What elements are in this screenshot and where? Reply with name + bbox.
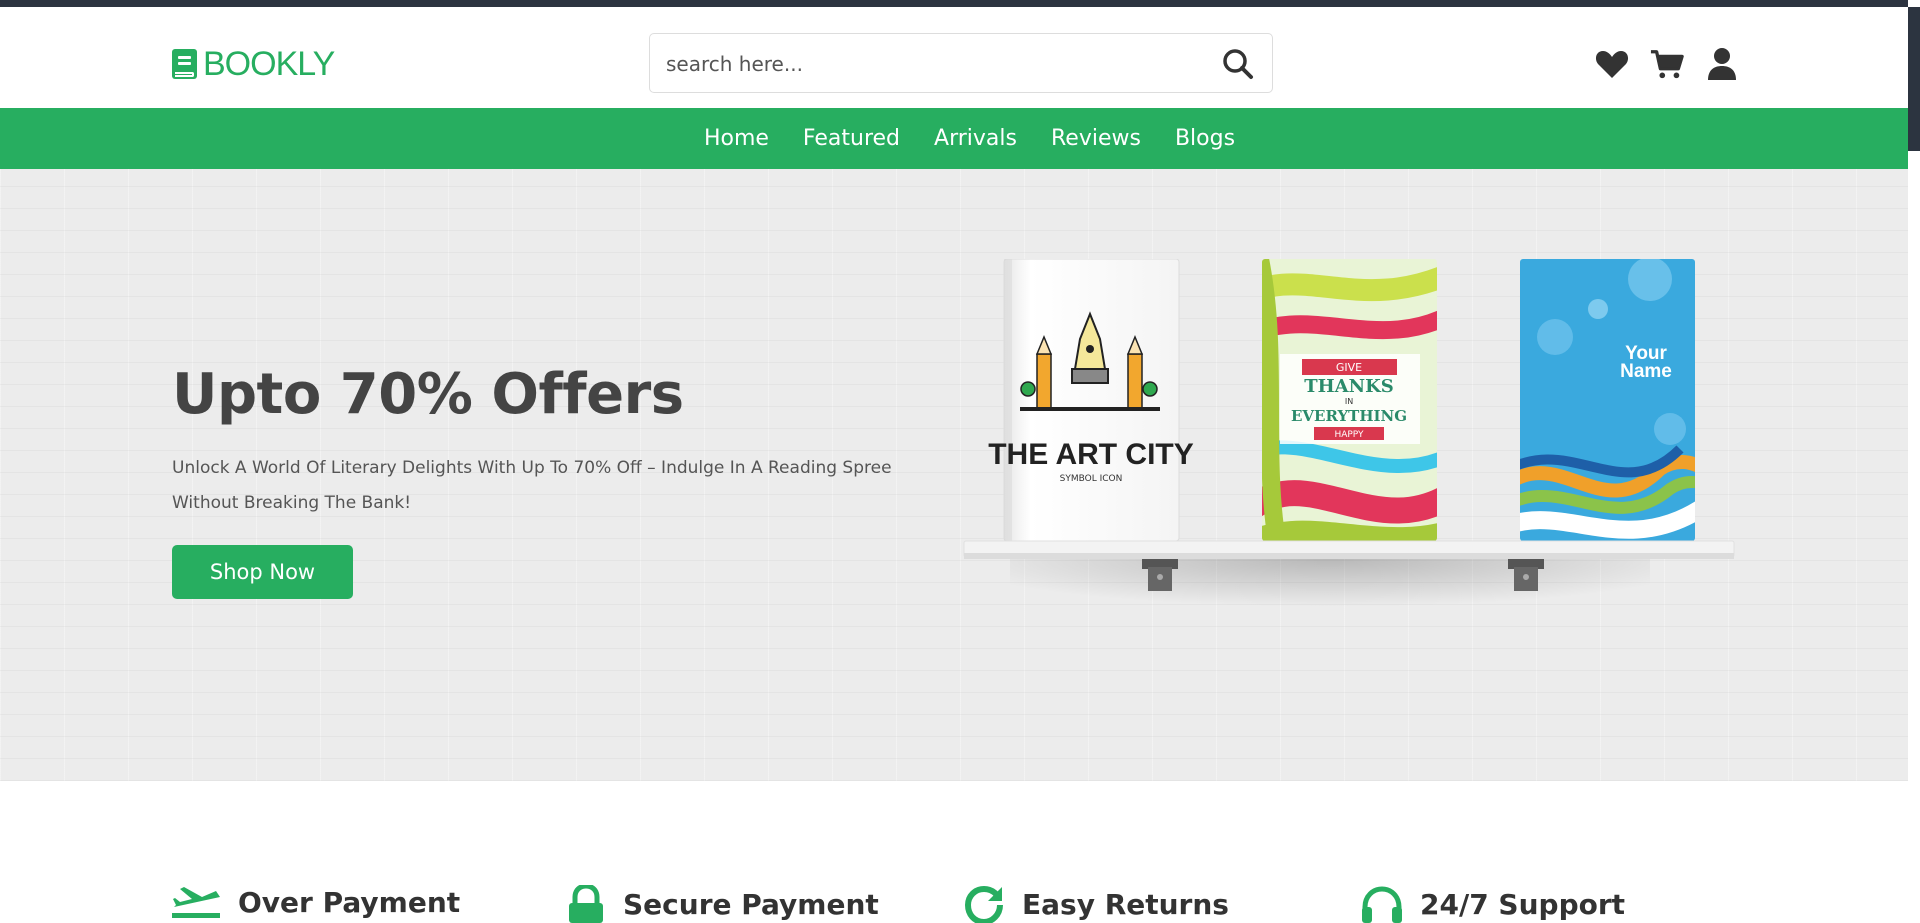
feature-title: 24/7 Support: [1420, 887, 1626, 921]
feature-item: Over Payment: [172, 885, 460, 919]
search-icon[interactable]: [1220, 46, 1256, 82]
feature-title: Secure Payment: [623, 887, 879, 921]
bookshelf-illustration: THE ART CITY SYMBOL ICON GIVE THANKS IN …: [963, 259, 1735, 639]
hero-banner: Upto 70% Offers Unlock A World Of Litera…: [0, 169, 1908, 781]
book-3-line-2: Name: [1620, 361, 1672, 382]
book-cover-your-name: Your Name: [1520, 259, 1695, 541]
nav-reviews[interactable]: Reviews: [1051, 126, 1141, 151]
shop-now-button[interactable]: Shop Now: [172, 545, 353, 599]
heart-icon[interactable]: [1595, 47, 1629, 81]
nav-links: Home Featured Arrivals Reviews Blogs: [0, 108, 1908, 169]
book-1-subtitle: SYMBOL ICON: [1060, 474, 1123, 484]
header-icons: [1595, 47, 1739, 81]
scrollbar-thumb[interactable]: [1908, 7, 1920, 151]
book-2-line-1: GIVE: [1336, 361, 1362, 374]
feature-item: Easy Returns: [964, 885, 1229, 923]
main-nav: Home Featured Arrivals Reviews Blogs: [0, 108, 1908, 169]
feature-title: Easy Returns: [1022, 887, 1229, 921]
feature-item: Secure Payment: [565, 885, 879, 923]
plane-icon: [172, 887, 220, 918]
site-header: BOOKLY: [0, 7, 1908, 108]
book-2-line-4: EVERYTHING: [1291, 407, 1407, 425]
cart-icon[interactable]: [1650, 47, 1684, 81]
feature-title: Over Payment: [238, 885, 461, 919]
book-1-title: THE ART CITY: [988, 438, 1194, 471]
book-2-line-5: HAPPY: [1334, 430, 1364, 440]
book-cover-give-thanks: GIVE THANKS IN EVERYTHING HAPPY: [1262, 259, 1437, 541]
features-strip: Over Payment Secure Payment Easy Returns…: [0, 781, 1908, 923]
redo-icon: [964, 885, 1003, 923]
feature-item: 24/7 Support: [1360, 885, 1625, 923]
nav-blogs[interactable]: Blogs: [1175, 126, 1235, 151]
headset-icon: [1362, 886, 1402, 923]
browser-top-strip: [0, 0, 1920, 7]
hero-description: Unlock A World Of Literary Delights With…: [172, 458, 892, 513]
brand-logo[interactable]: BOOKLY: [172, 45, 335, 83]
user-icon[interactable]: [1705, 47, 1739, 81]
nav-home[interactable]: Home: [704, 126, 769, 151]
lock-icon: [569, 885, 603, 923]
page-scrollbar[interactable]: [1908, 0, 1920, 919]
search-input[interactable]: [664, 34, 1208, 94]
nav-arrivals[interactable]: Arrivals: [934, 126, 1017, 151]
book-cover-art-city: THE ART CITY SYMBOL ICON: [988, 259, 1194, 542]
brand-name: BOOKLY: [203, 45, 335, 83]
hero-title: Upto 70% Offers: [172, 362, 684, 427]
book-icon: [172, 49, 197, 79]
book-2-line-2: THANKS: [1304, 376, 1393, 397]
nav-featured[interactable]: Featured: [803, 126, 900, 151]
search-form: [649, 33, 1273, 94]
book-2-line-3: IN: [1345, 397, 1353, 406]
